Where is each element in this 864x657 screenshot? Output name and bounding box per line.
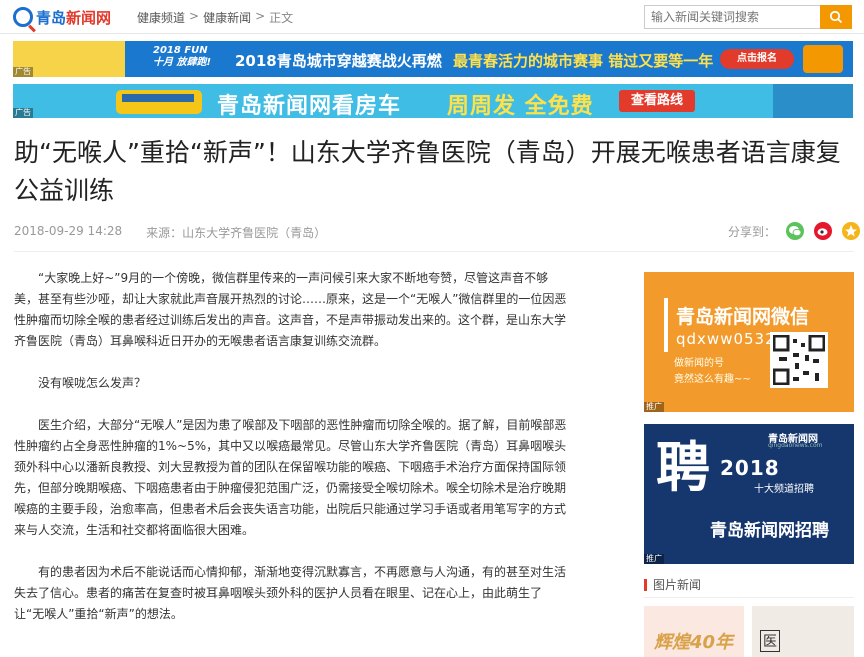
wechat-share-icon[interactable] bbox=[786, 222, 805, 240]
logo-icon bbox=[13, 7, 33, 27]
article-date: 2018-09-29 14:28 bbox=[14, 224, 123, 238]
qzone-share-icon[interactable] bbox=[842, 222, 861, 240]
hire-subtitle: 十大频道招聘 bbox=[754, 484, 814, 495]
site-logo[interactable]: 青岛新闻网 bbox=[13, 5, 111, 29]
weibo-share-icon[interactable] bbox=[814, 222, 833, 240]
top-bar: 青岛新闻网 健康频道 > 健康新闻 > 正文 bbox=[0, 0, 864, 34]
weixin-tagline-2: 竟然这么有趣~~ bbox=[674, 374, 751, 385]
picture-news-caption: 辉煌40年 bbox=[654, 632, 734, 653]
hire-headline: 青岛新闻网招聘 bbox=[710, 521, 829, 541]
ad-building-image bbox=[773, 84, 853, 118]
breadcrumb-current: 正文 bbox=[269, 11, 294, 25]
ad-runner-image bbox=[803, 45, 843, 73]
bus-icon bbox=[116, 90, 202, 114]
promo-tag: 推广 bbox=[644, 554, 664, 564]
article-title: 助“无喉人”重拾“新声”！山东大学齐鲁医院（青岛）开展无喉患者语言康复公益训练 bbox=[14, 138, 841, 205]
ad-signup-button[interactable]: 点击报名 bbox=[720, 49, 794, 69]
sidebar: 青岛新闻网微信 qdxww0532 做新闻的号 竟然这么有趣~~ 推广 青岛新闻… bbox=[644, 272, 854, 657]
picture-news-item[interactable]: 医 bbox=[752, 606, 854, 657]
logo-text: 青岛新闻网 bbox=[36, 8, 112, 27]
picture-news-heading: 图片新闻 bbox=[644, 576, 854, 598]
share-bar: 分享到： bbox=[728, 222, 861, 240]
hiring-promo-banner[interactable]: 青岛新闻网 qingdaonews.com 聘 2018 十大频道招聘 青岛新闻… bbox=[644, 424, 854, 564]
ad-route-button[interactable]: 查看路线 bbox=[619, 90, 695, 112]
article-paragraph: “大家晚上好~”9月的一个傍晚，微信群里传来的一声问候引来大家不断地夸赞，尽管这… bbox=[14, 271, 567, 348]
article-subheading: 没有喉咙怎么发声？ bbox=[38, 376, 147, 390]
ad-banner-house-tour[interactable]: 青岛新闻网看房车 周周发 全免费 查看路线 广告 bbox=[13, 84, 853, 118]
hire-big-character: 聘 bbox=[656, 436, 710, 499]
ad-tag: 广告 bbox=[13, 108, 33, 118]
ad-banner-city-run[interactable]: 2018 FUN十月 放肆跑! 2018青岛城市穿越赛战火再燃 最青春活力的城市… bbox=[13, 41, 853, 77]
search-input[interactable] bbox=[644, 5, 820, 29]
search-button[interactable] bbox=[820, 5, 852, 29]
picture-news-list: 辉煌40年 医 bbox=[644, 606, 854, 657]
picture-news-caption: 医 bbox=[760, 630, 780, 652]
search-icon bbox=[829, 10, 843, 24]
meta-divider bbox=[14, 251, 854, 252]
picture-news-title: 图片新闻 bbox=[653, 578, 702, 592]
picture-news-item[interactable]: 辉煌40年 bbox=[644, 606, 744, 657]
article-paragraph: 有的患者因为术后不能说话而心情抑郁，渐渐地变得沉默寡言，不再愿意与人沟通，有的甚… bbox=[14, 565, 567, 621]
weixin-title: 青岛新闻网微信 bbox=[676, 306, 810, 328]
ad-slogan: 周周发 全免费 bbox=[447, 94, 594, 118]
breadcrumb: 健康频道 > 健康新闻 > 正文 bbox=[137, 9, 294, 26]
share-label: 分享到： bbox=[728, 224, 777, 239]
breadcrumb-health-news[interactable]: 健康新闻 bbox=[203, 9, 251, 26]
ad-headline: 青岛新闻网看房车 bbox=[217, 94, 402, 118]
article-body: “大家晚上好~”9月的一个傍晚，微信群里传来的一声问候引来大家不断地夸赞，尽管这… bbox=[14, 268, 570, 646]
search-box bbox=[644, 5, 852, 29]
hire-logo-url: qingdaonews.com bbox=[768, 442, 823, 449]
hire-year: 2018 bbox=[720, 456, 780, 480]
breadcrumb-health-channel[interactable]: 健康频道 bbox=[137, 9, 185, 26]
promo-tag: 推广 bbox=[644, 402, 664, 412]
article-source: 来源：山东大学齐鲁医院（青岛） bbox=[146, 226, 327, 240]
ad-headline: 2018青岛城市穿越赛战火再燃 bbox=[235, 52, 442, 70]
header-divider bbox=[0, 33, 864, 34]
ad-fun-text: 2018 FUN十月 放肆跑! bbox=[153, 45, 212, 68]
article-paragraph: 医生介绍，大部分“无喉人”是因为患了喉部及下咽部的恶性肿瘤而切除全喉的。据了解，… bbox=[14, 418, 567, 537]
ad-slogan: 最青春活力的城市赛事 错过又要等一年 bbox=[453, 52, 714, 70]
article-meta: 2018-09-29 14:28 来源：山东大学齐鲁医院（青岛） bbox=[14, 224, 326, 241]
weixin-id: qdxww0532 bbox=[676, 330, 776, 348]
weixin-promo-banner[interactable]: 青岛新闻网微信 qdxww0532 做新闻的号 竟然这么有趣~~ 推广 bbox=[644, 272, 854, 412]
weixin-tagline-1: 做新闻的号 bbox=[674, 358, 724, 369]
ad-tag: 广告 bbox=[13, 67, 33, 77]
section-marker bbox=[644, 578, 647, 591]
weixin-accent-bar bbox=[664, 298, 668, 352]
qr-code-icon bbox=[770, 332, 828, 388]
